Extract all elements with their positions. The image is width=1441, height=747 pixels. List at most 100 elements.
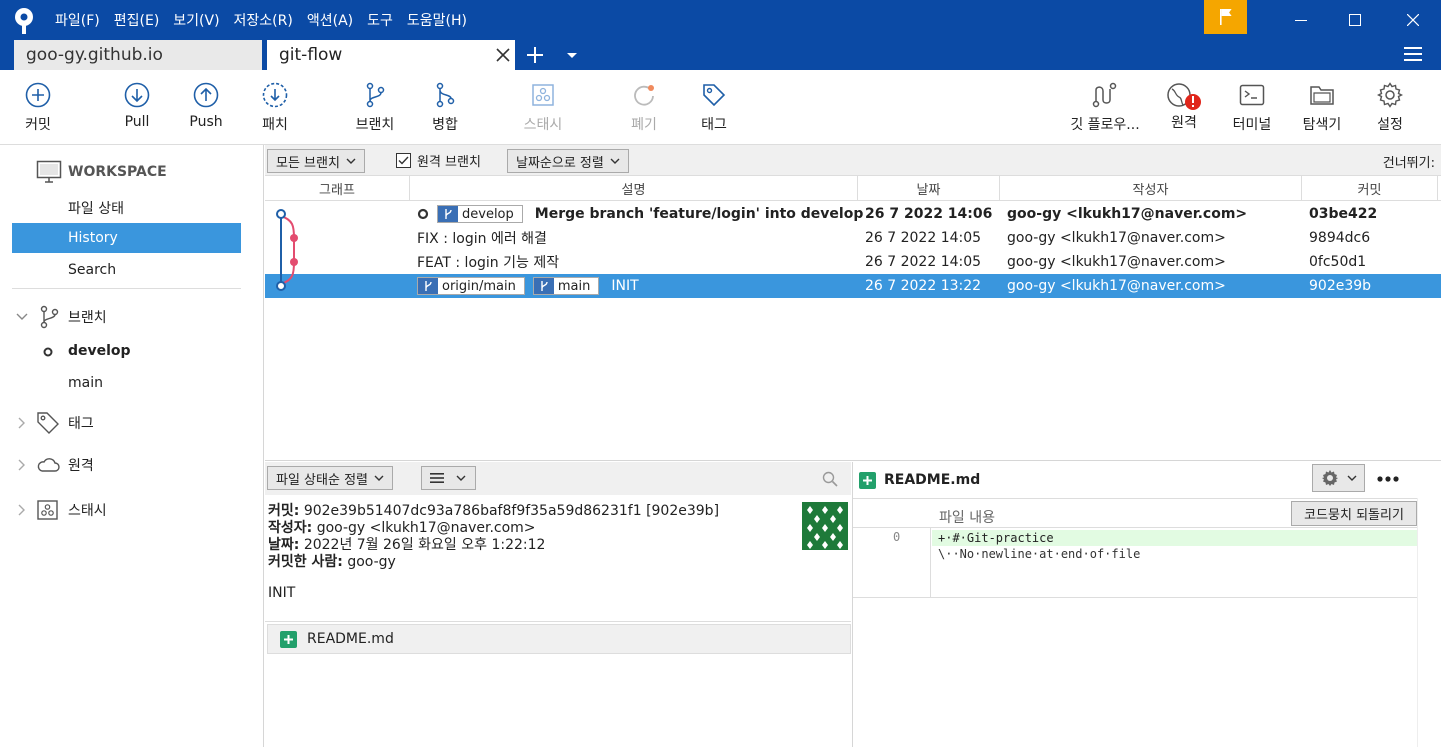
column-date[interactable]: 날짜 — [858, 176, 1000, 200]
commit-row[interactable]: FIX : login 에러 해결 26 7 2022 14:05 goo-gy… — [265, 226, 1441, 250]
menu-repository[interactable]: 저장소(R) — [227, 10, 300, 30]
file-pane-toolbar: 파일 상태순 정렬 — [265, 462, 851, 495]
sidebar-item-file-status[interactable]: 파일 상태 — [12, 193, 241, 223]
pull-arrow-down-icon — [124, 82, 150, 108]
merge-button[interactable]: 병합 — [426, 70, 464, 145]
menu-file[interactable]: 파일(F) — [48, 10, 107, 30]
hamburger-menu-icon[interactable] — [1404, 46, 1422, 62]
sidebar-section-branches[interactable]: 브랜치 — [16, 305, 107, 329]
commit-row-selected[interactable]: origin/main main INIT 26 7 2022 13:22 go… — [265, 274, 1441, 298]
tab-repo-gitflow[interactable]: git-flow — [267, 40, 515, 70]
commit-date: 26 7 2022 13:22 — [865, 278, 982, 294]
sidebar-section-remotes[interactable]: 원격 — [16, 455, 94, 475]
branch-icon — [533, 278, 554, 294]
discard-refresh-icon — [634, 85, 654, 106]
changed-files-list: README.md — [265, 622, 851, 747]
gitflow-button[interactable]: 깃 플로우... — [1064, 70, 1146, 145]
tab-label: git-flow — [279, 45, 343, 65]
sidebar-item-search[interactable]: Search — [12, 255, 241, 285]
flag-button[interactable] — [1204, 0, 1247, 34]
detail-message: INIT — [268, 585, 296, 601]
column-graph[interactable]: 그래프 — [265, 176, 410, 200]
column-commit[interactable]: 커밋 — [1302, 176, 1438, 200]
diff-options-dropdown[interactable] — [1312, 464, 1365, 492]
discard-button[interactable]: 폐기 — [624, 70, 664, 145]
sidebar-section-stashes[interactable]: 스태시 — [16, 499, 107, 521]
tab-close-icon[interactable] — [496, 48, 510, 62]
diff-scrollbar[interactable] — [1417, 498, 1441, 747]
fetch-arrow-icon — [262, 82, 288, 108]
menu-bar: 파일(F) 편집(E) 보기(V) 저장소(R) 액션(A) 도구 도움말(H) — [48, 0, 474, 40]
maximize-button[interactable] — [1332, 0, 1378, 40]
file-added-icon — [859, 471, 876, 489]
view-mode-dropdown[interactable] — [421, 466, 476, 490]
search-icon[interactable] — [822, 471, 838, 487]
head-marker-icon — [417, 208, 429, 220]
commit-description: origin/main main INIT — [417, 274, 639, 298]
settings-button[interactable]: 설정 — [1370, 70, 1410, 145]
new-tab-plus-icon[interactable] — [526, 46, 544, 64]
terminal-button[interactable]: 터미널 — [1228, 70, 1276, 145]
menu-help[interactable]: 도움말(H) — [400, 10, 474, 30]
close-window-button[interactable] — [1390, 0, 1436, 40]
menu-tools[interactable]: 도구 — [360, 10, 400, 30]
branch-filter-dropdown[interactable]: 모든 브랜치 — [267, 149, 365, 173]
cloud-icon — [37, 458, 60, 472]
sidebar-branch-main[interactable]: main — [68, 375, 103, 391]
chevron-right-icon — [18, 459, 25, 471]
minimize-button[interactable] — [1278, 0, 1324, 40]
tag-button[interactable]: 태그 — [694, 70, 734, 145]
remote-button[interactable]: 원격 — [1164, 70, 1204, 145]
chevron-down-icon — [456, 475, 466, 481]
current-branch-dot-icon — [43, 347, 53, 357]
chevron-down-icon — [16, 313, 28, 320]
explorer-button[interactable]: 탐색기 — [1296, 70, 1348, 145]
file-sort-dropdown[interactable]: 파일 상태순 정렬 — [267, 466, 393, 490]
pull-button[interactable]: Pull — [118, 70, 156, 145]
settings-gear-icon — [1377, 82, 1403, 108]
branch-button[interactable]: 브랜치 — [350, 70, 400, 145]
stash-button[interactable]: 스태시 — [518, 70, 568, 145]
graph-node — [276, 209, 286, 219]
gear-icon — [1321, 470, 1338, 486]
ref-badge-develop[interactable]: develop — [437, 205, 523, 223]
ref-badge-main[interactable]: main — [532, 277, 600, 295]
chevron-right-icon — [18, 504, 25, 516]
toolbar: 커밋 Pull Push 패치 브랜치 병합 스태시 폐기 태그 깃 플로우..… — [0, 70, 1441, 145]
commit-description: develop Merge branch 'feature/login' int… — [417, 202, 863, 226]
diff-line-context: \··No·newline·at·end·of·file — [938, 547, 1141, 561]
commit-button[interactable]: 커밋 — [18, 70, 58, 145]
commit-hash: 0fc50d1 — [1309, 254, 1367, 270]
revert-hunk-button[interactable]: 코드뭉치 되돌리기 — [1291, 501, 1417, 526]
sidebar-section-tags[interactable]: 태그 — [16, 411, 94, 435]
diff-line-added: +·#·Git-practice — [932, 530, 1418, 546]
menu-edit[interactable]: 편집(E) — [107, 10, 167, 30]
push-button[interactable]: Push — [186, 70, 226, 145]
sidebar-item-history[interactable]: History — [12, 223, 241, 253]
fetch-button[interactable]: 패치 — [256, 70, 294, 145]
menu-actions[interactable]: 액션(A) — [300, 10, 360, 30]
ref-badge-origin-main[interactable]: origin/main — [417, 277, 525, 295]
tab-dropdown-icon[interactable] — [566, 52, 578, 60]
commit-row[interactable]: develop Merge branch 'feature/login' int… — [265, 202, 1441, 226]
menu-view[interactable]: 보기(V) — [166, 10, 226, 30]
tag-icon — [37, 412, 59, 434]
commit-author: goo-gy <lkukh17@naver.com> — [1007, 230, 1226, 246]
more-options-icon[interactable] — [1377, 470, 1399, 488]
tab-repo-googy[interactable]: goo-gy.github.io — [14, 40, 262, 70]
commit-date: 26 7 2022 14:06 — [865, 206, 993, 222]
skip-label: 건너뛰기: — [1382, 156, 1435, 171]
sidebar-divider — [12, 288, 241, 289]
column-author[interactable]: 작성자 — [1000, 176, 1302, 200]
commit-row[interactable]: FEAT : login 기능 제작 26 7 2022 14:05 goo-g… — [265, 250, 1441, 274]
tab-label: goo-gy.github.io — [26, 45, 163, 65]
chevron-down-icon — [374, 475, 384, 481]
sourcetree-logo-icon — [15, 8, 33, 34]
remote-branches-checkbox[interactable]: 원격 브랜치 — [396, 151, 481, 170]
stash-icon — [532, 84, 554, 106]
close-icon — [1407, 14, 1419, 26]
file-row[interactable]: README.md — [267, 624, 851, 654]
sidebar-branch-develop[interactable]: develop — [68, 343, 131, 359]
sort-order-dropdown[interactable]: 날짜순으로 정렬 — [507, 149, 629, 173]
column-description[interactable]: 설명 — [410, 176, 858, 200]
